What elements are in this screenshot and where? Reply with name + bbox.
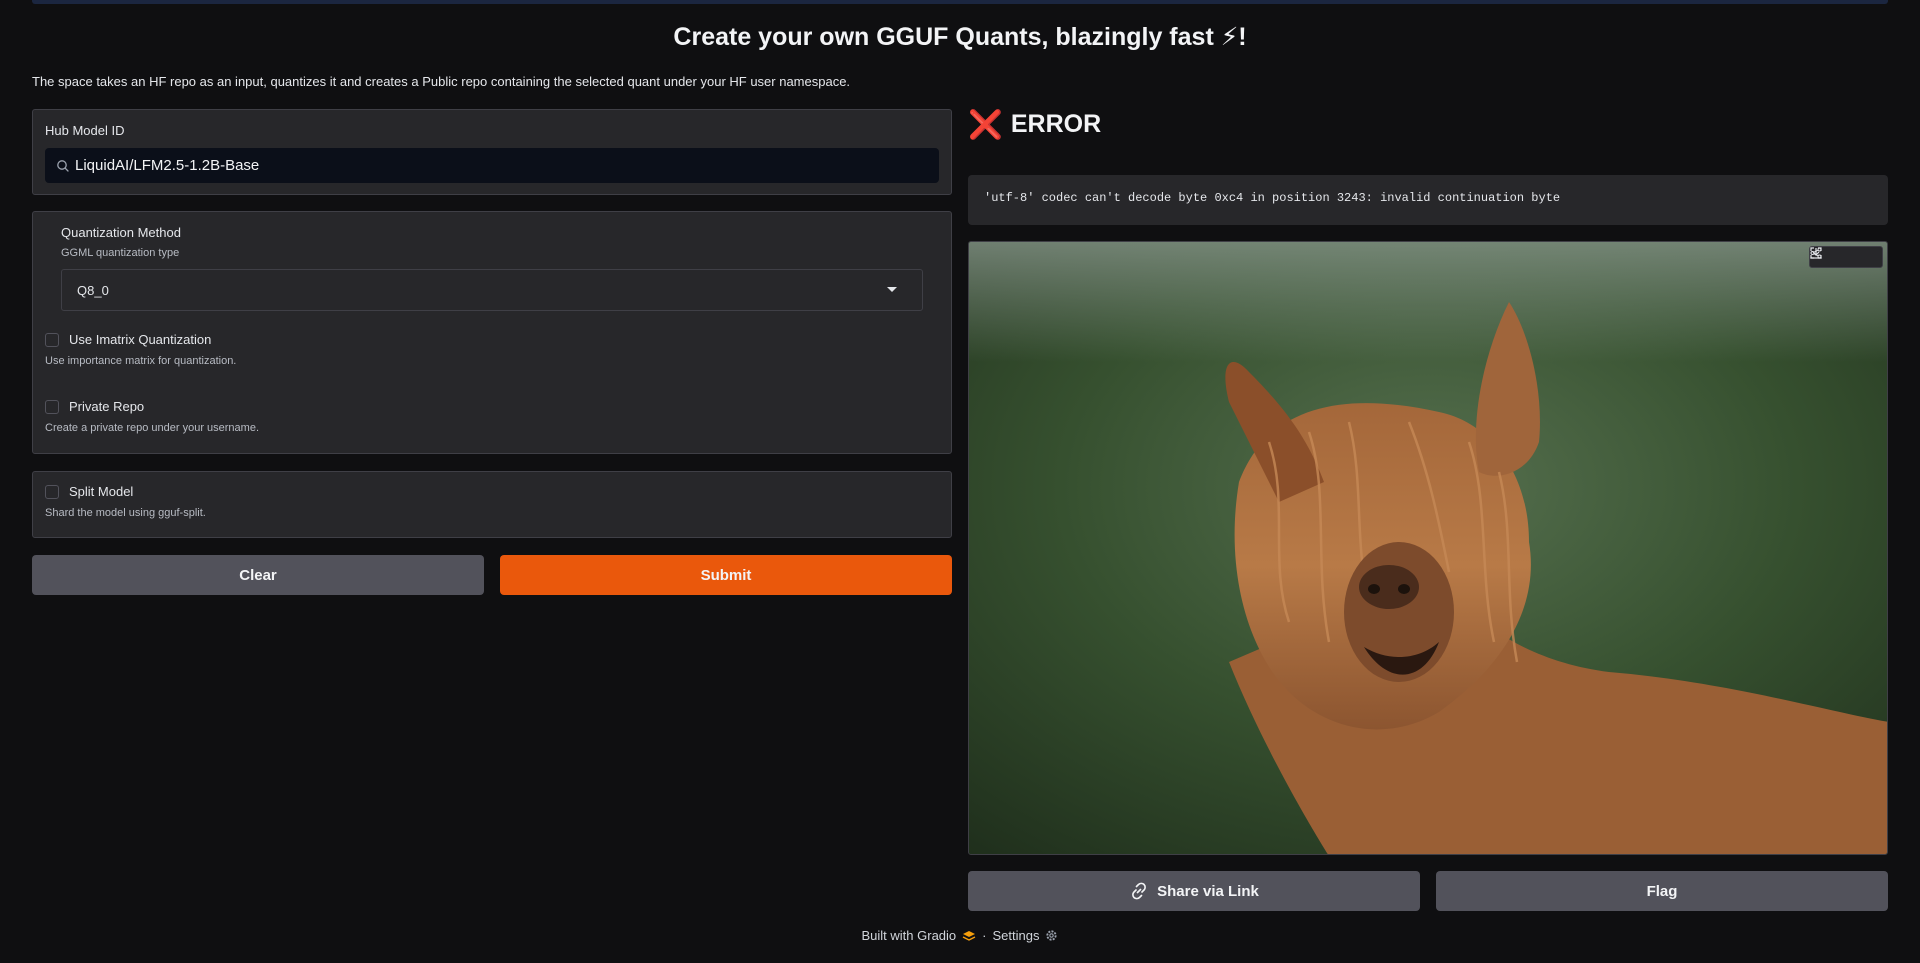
flag-button[interactable]: Flag — [1436, 871, 1888, 911]
quantization-panel: Quantization Method GGML quantization ty… — [32, 211, 952, 454]
split-model-label[interactable]: Split Model — [69, 484, 133, 499]
footer: Built with Gradio · Settings — [0, 928, 1920, 943]
link-icon — [1132, 882, 1147, 900]
clear-button[interactable]: Clear — [32, 555, 484, 595]
quantization-method-info: GGML quantization type — [61, 247, 180, 259]
llama-image — [969, 242, 1887, 854]
error-x-icon: ❌ — [968, 108, 1003, 141]
imatrix-info: Use importance matrix for quantization. — [45, 355, 237, 367]
download-icon[interactable] — [1810, 247, 1858, 267]
private-repo-option[interactable]: Private Repo — [45, 399, 144, 414]
page-title: Create your own GGUF Quants, blazingly f… — [673, 23, 1247, 51]
footer-separator: · — [982, 928, 987, 943]
search-icon — [57, 159, 69, 172]
error-title: ERROR — [1010, 110, 1102, 138]
split-model-option[interactable]: Split Model — [45, 484, 133, 499]
imatrix-checkbox[interactable] — [45, 332, 59, 347]
built-with-gradio-link[interactable]: Built with Gradio — [862, 928, 957, 943]
share-via-link-button[interactable]: Share via Link — [968, 871, 1420, 911]
error-message: 'utf-8' codec can't decode byte 0xc4 in … — [984, 191, 1561, 205]
quantization-selected-value: Q8_0 — [77, 282, 109, 298]
submit-button[interactable]: Submit — [500, 555, 952, 595]
error-message-box: 'utf-8' codec can't decode byte 0xc4 in … — [968, 175, 1888, 225]
imatrix-option[interactable]: Use Imatrix Quantization — [45, 332, 211, 347]
hub-model-input[interactable] — [75, 157, 915, 174]
top-accent-bar — [32, 0, 1888, 4]
hub-model-panel: Hub Model ID — [32, 109, 952, 195]
quantization-method-dropdown[interactable]: Q8_0 — [61, 269, 923, 311]
page-description: The space takes an HF repo as an input, … — [32, 74, 851, 89]
image-toolbar — [1809, 246, 1883, 268]
imatrix-label[interactable]: Use Imatrix Quantization — [69, 332, 211, 347]
private-repo-checkbox[interactable] — [45, 399, 59, 414]
hub-model-search-box[interactable] — [45, 148, 939, 183]
share-via-link-label: Share via Link — [1157, 882, 1259, 900]
split-model-checkbox[interactable] — [45, 484, 59, 499]
hub-model-label: Hub Model ID — [45, 123, 125, 138]
private-repo-info: Create a private repo under your usernam… — [45, 422, 260, 434]
gear-icon[interactable] — [1045, 929, 1058, 942]
private-repo-label[interactable]: Private Repo — [69, 399, 144, 414]
gradio-logo-icon — [962, 930, 976, 941]
output-image — [968, 241, 1888, 855]
settings-link[interactable]: Settings — [993, 928, 1040, 943]
error-heading: ❌ ERROR — [968, 108, 1101, 141]
share-icon[interactable] — [1810, 247, 1882, 267]
chevron-down-icon — [887, 287, 897, 292]
quantization-method-label: Quantization Method — [61, 225, 181, 240]
split-model-info: Shard the model using gguf-split. — [45, 507, 206, 519]
split-model-panel: Split Model Shard the model using gguf-s… — [32, 471, 952, 538]
